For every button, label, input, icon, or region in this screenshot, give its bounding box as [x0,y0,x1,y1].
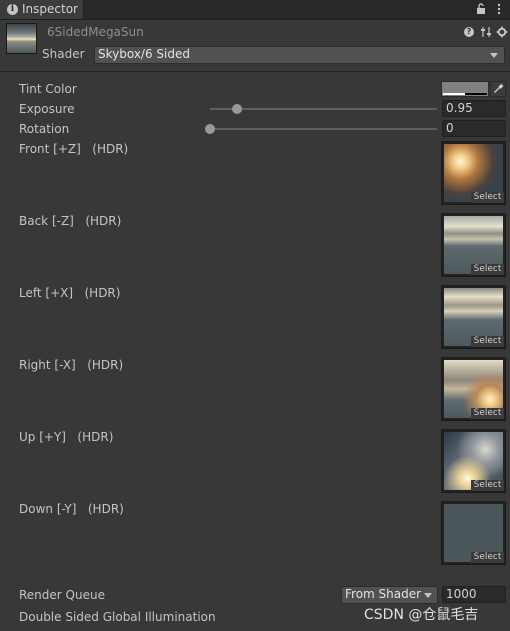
chevron-down-icon [490,53,498,58]
left-texture-select-button[interactable]: Select [471,336,504,347]
render-queue-label: Render Queue [19,588,105,602]
lock-icon[interactable] [475,3,487,15]
render-queue-dropdown[interactable]: From Shader [341,586,438,604]
alpha-bar [443,93,465,95]
down-texture-select-button[interactable]: Select [471,552,504,563]
watermark: CSDN @仓鼠毛吉 [364,607,479,623]
rotation-slider-track[interactable] [210,128,437,130]
exposure-value-field[interactable]: 0.95 [442,100,506,117]
shader-label: Shader [42,47,85,61]
tab-bar: i Inspector [0,0,510,20]
eyedropper-icon[interactable] [490,81,506,97]
help-icon[interactable]: ? [464,27,474,37]
alpha-bar-remainder [465,93,487,95]
tint-color-field[interactable] [441,81,489,97]
up-texture-label: Up [+Y] (HDR) [19,430,114,444]
rotation-value-field[interactable]: 0 [442,120,506,137]
left-texture-slot[interactable]: Select [441,285,506,349]
exposure-slider-track[interactable] [210,108,437,110]
asset-name: 6SidedMegaSun [47,25,144,39]
render-queue-value-field[interactable]: 1000 [442,586,506,603]
shader-dropdown-value: Skybox/6 Sided [98,47,190,61]
front-texture-label: Front [+Z] (HDR) [19,142,129,156]
material-preview-thumbnail [6,23,37,54]
rotation-slider-thumb[interactable] [205,124,215,134]
down-texture-label: Down [-Y] (HDR) [19,502,124,516]
front-texture-slot[interactable]: Select [441,141,506,205]
up-texture-slot[interactable]: Select [441,429,506,493]
chevron-down-icon [424,593,432,598]
tab-inspector-label: Inspector [22,2,78,16]
tab-inspector[interactable]: i Inspector [0,0,84,19]
exposure-slider-thumb[interactable] [232,104,243,114]
render-queue-mode: From Shader [345,587,422,601]
shader-dropdown[interactable]: Skybox/6 Sided [94,46,505,64]
right-texture-select-button[interactable]: Select [471,408,504,419]
front-texture-select-button[interactable]: Select [471,192,504,203]
left-texture-label: Left [+X] (HDR) [19,286,121,300]
info-icon: i [7,4,18,15]
exposure-label: Exposure [19,102,75,116]
down-texture-slot[interactable]: Select [441,501,506,565]
preset-icon[interactable] [480,26,492,38]
gear-icon[interactable] [496,26,508,38]
back-texture-slot[interactable]: Select [441,213,506,277]
right-texture-slot[interactable]: Select [441,357,506,421]
tint-color-label: Tint Color [19,82,77,96]
double-sided-gi-label: Double Sided Global Illumination [19,610,216,624]
back-texture-label: Back [-Z] (HDR) [19,214,122,228]
header-divider [0,71,510,72]
up-texture-select-button[interactable]: Select [471,480,504,491]
back-texture-select-button[interactable]: Select [471,264,504,275]
rotation-label: Rotation [19,122,70,136]
right-texture-label: Right [-X] (HDR) [19,358,124,372]
more-options-icon[interactable] [493,3,505,15]
